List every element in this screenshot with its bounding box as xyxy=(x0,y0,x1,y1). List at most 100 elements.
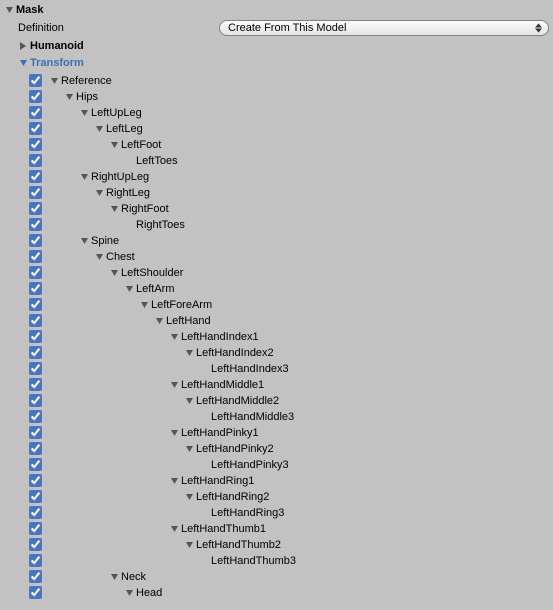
tree-row[interactable]: LeftHandThumb3 xyxy=(4,553,549,569)
tree-row[interactable]: LeftHandMiddle3 xyxy=(4,409,549,425)
tree-checkbox[interactable] xyxy=(29,378,42,391)
tree-checkbox[interactable] xyxy=(29,170,42,183)
tree-checkbox[interactable] xyxy=(29,538,42,551)
tree-row[interactable]: LeftHand xyxy=(4,313,549,329)
tree-row[interactable]: LeftHandRing1 xyxy=(4,473,549,489)
tree-checkbox[interactable] xyxy=(29,90,42,103)
tree-row[interactable]: LeftHandIndex2 xyxy=(4,345,549,361)
tree-checkbox[interactable] xyxy=(29,554,42,567)
tree-checkbox[interactable] xyxy=(29,522,42,535)
tree-row[interactable]: LeftToes xyxy=(4,153,549,169)
foldout-icon[interactable] xyxy=(169,476,180,487)
tree-row[interactable]: LeftArm xyxy=(4,281,549,297)
foldout-icon[interactable] xyxy=(4,5,15,16)
foldout-icon[interactable] xyxy=(184,348,195,359)
tree-checkbox[interactable] xyxy=(29,250,42,263)
foldout-icon[interactable] xyxy=(109,140,120,151)
tree-checkbox[interactable] xyxy=(29,394,42,407)
tree-row[interactable]: LeftHandIndex3 xyxy=(4,361,549,377)
tree-checkbox[interactable] xyxy=(29,234,42,247)
tree-checkbox[interactable] xyxy=(29,442,42,455)
foldout-icon[interactable] xyxy=(79,236,90,247)
definition-dropdown[interactable]: Create From This Model xyxy=(219,20,549,36)
tree-row[interactable]: LeftHandPinky1 xyxy=(4,425,549,441)
tree-checkbox[interactable] xyxy=(29,330,42,343)
tree-checkbox[interactable] xyxy=(29,282,42,295)
tree-checkbox[interactable] xyxy=(29,298,42,311)
foldout-icon[interactable] xyxy=(94,252,105,263)
foldout-icon[interactable] xyxy=(169,428,180,439)
tree-row[interactable]: RightLeg xyxy=(4,185,549,201)
tree-checkbox[interactable] xyxy=(29,346,42,359)
tree-row[interactable]: LeftHandPinky3 xyxy=(4,457,549,473)
foldout-icon[interactable] xyxy=(79,172,90,183)
tree-row[interactable]: LeftLeg xyxy=(4,121,549,137)
tree-row[interactable]: LeftHandIndex1 xyxy=(4,329,549,345)
tree-checkbox[interactable] xyxy=(29,186,42,199)
tree-row[interactable]: LeftHandThumb2 xyxy=(4,537,549,553)
tree-row[interactable]: LeftHandRing3 xyxy=(4,505,549,521)
tree-checkbox[interactable] xyxy=(29,474,42,487)
humanoid-header[interactable]: Humanoid xyxy=(4,38,549,54)
foldout-icon[interactable] xyxy=(139,300,150,311)
tree-checkbox[interactable] xyxy=(29,138,42,151)
tree-checkbox[interactable] xyxy=(29,314,42,327)
foldout-icon[interactable] xyxy=(184,540,195,551)
tree-row[interactable]: Head xyxy=(4,585,549,601)
foldout-icon[interactable] xyxy=(169,380,180,391)
foldout-icon[interactable] xyxy=(124,284,135,295)
foldout-icon[interactable] xyxy=(109,268,120,279)
foldout-icon[interactable] xyxy=(169,332,180,343)
tree-row[interactable]: RightUpLeg xyxy=(4,169,549,185)
foldout-icon[interactable] xyxy=(18,58,29,69)
tree-row[interactable]: LeftHandMiddle1 xyxy=(4,377,549,393)
transform-header[interactable]: Transform xyxy=(4,55,549,71)
foldout-icon[interactable] xyxy=(184,444,195,455)
foldout-icon[interactable] xyxy=(154,316,165,327)
tree-checkbox[interactable] xyxy=(29,426,42,439)
tree-row[interactable]: LeftHandRing2 xyxy=(4,489,549,505)
tree-checkbox[interactable] xyxy=(29,122,42,135)
tree-node-label: LeftHandRing2 xyxy=(196,491,269,503)
tree-row[interactable]: Spine xyxy=(4,233,549,249)
tree-checkbox[interactable] xyxy=(29,218,42,231)
tree-row[interactable]: LeftUpLeg xyxy=(4,105,549,121)
tree-row[interactable]: RightToes xyxy=(4,217,549,233)
foldout-icon[interactable] xyxy=(109,204,120,215)
tree-checkbox[interactable] xyxy=(29,490,42,503)
tree-checkbox[interactable] xyxy=(29,154,42,167)
foldout-icon[interactable] xyxy=(79,108,90,119)
tree-row[interactable]: LeftHandThumb1 xyxy=(4,521,549,537)
tree-row[interactable]: LeftHandMiddle2 xyxy=(4,393,549,409)
tree-row[interactable]: Hips xyxy=(4,89,549,105)
tree-row[interactable]: LeftFoot xyxy=(4,137,549,153)
foldout-icon[interactable] xyxy=(184,396,195,407)
tree-checkbox[interactable] xyxy=(29,570,42,583)
foldout-icon[interactable] xyxy=(94,124,105,135)
tree-checkbox[interactable] xyxy=(29,74,42,87)
foldout-icon[interactable] xyxy=(49,76,60,87)
tree-row[interactable]: LeftShoulder xyxy=(4,265,549,281)
tree-row[interactable]: Reference xyxy=(4,73,549,89)
foldout-icon[interactable] xyxy=(169,524,180,535)
tree-row[interactable]: LeftForeArm xyxy=(4,297,549,313)
tree-checkbox[interactable] xyxy=(29,202,42,215)
tree-checkbox[interactable] xyxy=(29,586,42,599)
tree-row[interactable]: RightFoot xyxy=(4,201,549,217)
tree-checkbox[interactable] xyxy=(29,458,42,471)
tree-row[interactable]: Chest xyxy=(4,249,549,265)
tree-checkbox[interactable] xyxy=(29,266,42,279)
foldout-icon[interactable] xyxy=(18,41,29,52)
foldout-icon[interactable] xyxy=(109,572,120,583)
foldout-icon[interactable] xyxy=(184,492,195,503)
foldout-icon[interactable] xyxy=(94,188,105,199)
tree-checkbox[interactable] xyxy=(29,410,42,423)
tree-checkbox[interactable] xyxy=(29,106,42,119)
foldout-icon[interactable] xyxy=(64,92,75,103)
tree-checkbox[interactable] xyxy=(29,362,42,375)
mask-header[interactable]: Mask xyxy=(4,2,549,18)
foldout-icon[interactable] xyxy=(124,588,135,599)
tree-row[interactable]: Neck xyxy=(4,569,549,585)
tree-checkbox[interactable] xyxy=(29,506,42,519)
tree-row[interactable]: LeftHandPinky2 xyxy=(4,441,549,457)
